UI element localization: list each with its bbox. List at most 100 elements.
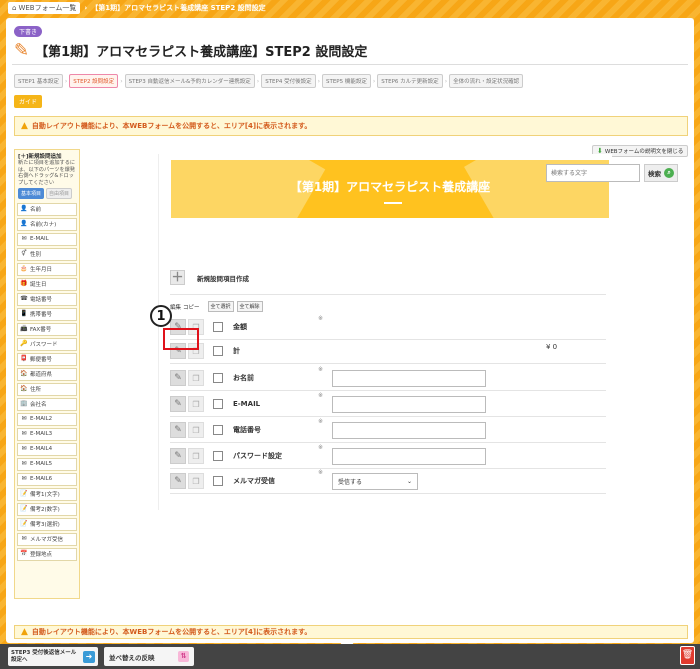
trash-icon[interactable]: 🗑 <box>680 646 695 665</box>
next-step-button[interactable]: STEP3 受付後返信メール設定へ ➜ <box>8 647 98 666</box>
tab-basic-items[interactable]: 基本項目 <box>18 188 45 199</box>
palette-description: 新たに項目を追加するには、以下のパーツを爆発右側へドラッグ&ドロップしてください <box>18 160 76 186</box>
text-input[interactable] <box>332 370 486 387</box>
row-checkbox[interactable] <box>213 476 223 486</box>
text-input[interactable] <box>332 396 486 413</box>
parts-list: 👤 名前 👤 名前(カナ) ✉ E-MAIL ⚥ 性別 🎂 生年月日 🎁 誕生日 ☎ 電話番号 📱 携帯番号 📠… <box>15 202 79 561</box>
palette-part[interactable]: 🏠 住所 <box>17 382 77 396</box>
breadcrumb-separator: › <box>84 4 88 12</box>
row-checkbox[interactable] <box>213 399 223 409</box>
text-input[interactable] <box>332 422 486 439</box>
fax-icon: 📠 <box>20 325 28 333</box>
table-row: ✎ ❐ 計 ¥ 0 <box>170 340 606 362</box>
copy-icon[interactable]: ❐ <box>188 396 204 412</box>
palette-part[interactable]: ✉ E-MAIL4 <box>17 442 77 456</box>
palette-part[interactable]: ✉ E-MAIL6 <box>17 472 77 486</box>
palette-part[interactable]: 📱 携帯番号 <box>17 307 77 321</box>
select-all-button[interactable]: 全て選択 <box>207 301 234 312</box>
edit-pencil-icon[interactable]: ✎ <box>170 448 186 464</box>
palette-part-label: E-MAIL3 <box>30 431 53 438</box>
edit-pencil-icon[interactable]: ✎ <box>170 473 186 489</box>
layout-notice-bottom: ▲ 自動レイアウト機能により、本WEBフォームを公開すると、エリア[4]に表示さ… <box>14 625 688 639</box>
step-arrow-icon: › <box>64 77 68 85</box>
step-tab-6[interactable]: STEP6 カルテ更新設定 <box>377 74 443 88</box>
breadcrumb-home-link[interactable]: ⌂ WEBフォーム一覧 <box>8 2 81 14</box>
row-checkbox[interactable] <box>213 346 223 356</box>
cake-icon: 🎂 <box>20 265 28 273</box>
palette-part[interactable]: ☎ 電話番号 <box>17 292 77 306</box>
palette-part[interactable]: 📠 FAX番号 <box>17 322 77 336</box>
step-tab-1[interactable]: STEP1 基本設定 <box>14 74 63 88</box>
palette-part[interactable]: 👤 名前 <box>17 202 77 216</box>
edit-pencil-icon[interactable]: ✎ <box>170 396 186 412</box>
add-item-icon[interactable]: ＋ <box>170 270 185 285</box>
guide-button[interactable]: ガイド <box>14 95 43 108</box>
deselect-all-button[interactable]: 全て解除 <box>236 301 263 312</box>
table-row: ✎ ❐ 電話番号 ※ <box>170 418 606 441</box>
apply-sort-button[interactable]: 並べ替えの反映 ⇅ <box>104 647 194 666</box>
text-input[interactable] <box>332 448 486 465</box>
search-icon: ⌕ <box>664 168 674 178</box>
step-arrow-icon: › <box>444 77 448 85</box>
arrow-right-icon: ➜ <box>83 650 95 663</box>
palette-part-label: 住所 <box>30 387 42 394</box>
palette-part-label: 備考1(文字) <box>30 492 60 499</box>
palette-part-label: E-MAIL4 <box>30 446 53 453</box>
palette-part[interactable]: ✉ メルマガ受信 <box>17 532 77 546</box>
palette-part[interactable]: 📝 備考1(文字) <box>17 487 77 501</box>
copy-icon[interactable]: ❐ <box>188 370 204 386</box>
palette-part[interactable]: 📝 備考2(数字) <box>17 502 77 516</box>
mobile-icon: 📱 <box>20 310 28 318</box>
form-banner: 【第1期】アロマセラピスト養成講座 <box>171 160 609 218</box>
palette-part[interactable]: ✉ E-MAIL2 <box>17 412 77 426</box>
palette-part[interactable]: 🏠 都道府県 <box>17 367 77 381</box>
field-label: お名前 <box>233 374 254 382</box>
mail-icon: ✉ <box>21 430 27 438</box>
palette-part-label: E-MAIL <box>30 236 49 243</box>
palette-part[interactable]: 📮 郵便番号 <box>17 352 77 366</box>
step-arrow-icon: › <box>317 77 320 85</box>
row-checkbox[interactable] <box>213 425 223 435</box>
palette-part[interactable]: 🔑 パスワード <box>17 337 77 351</box>
step-tab-3[interactable]: STEP3 自動返信メール&予約カレンダー連携設定 <box>124 74 255 88</box>
palette-part-label: FAX番号 <box>30 327 52 334</box>
row-checkbox[interactable] <box>213 451 223 461</box>
palette-part[interactable]: ✉ E-MAIL5 <box>17 457 77 471</box>
step-navigation: STEP1 基本設定 › STEP2 設問設定 › STEP3 自動返信メール&予約カレ… <box>14 74 524 88</box>
step-tab-5[interactable]: STEP5 機能設定 <box>321 74 371 88</box>
palette-part[interactable]: ⚥ 性別 <box>17 247 77 261</box>
required-mark: ※ <box>318 315 324 322</box>
palette-part[interactable]: ✉ E-MAIL3 <box>17 427 77 441</box>
search-button[interactable]: 検索 ⌕ <box>644 164 678 182</box>
copy-icon[interactable]: ❐ <box>188 422 204 438</box>
step-tab-4[interactable]: STEP4 受付後設定 <box>261 74 316 88</box>
person-icon: 👤 <box>20 205 28 213</box>
palette-part[interactable]: 🎂 生年月日 <box>17 262 77 276</box>
table-header: 編集 コピー 全て選択 全て解除 <box>170 301 263 312</box>
palette-part[interactable]: 🎁 誕生日 <box>17 277 77 291</box>
palette-part[interactable]: 🏢 会社名 <box>17 397 77 411</box>
newsletter-select[interactable]: 受信する ⌄ <box>332 473 418 490</box>
postbox-icon: 📮 <box>20 355 28 363</box>
row-divider <box>170 294 606 295</box>
edit-pencil-icon[interactable]: ✎ <box>170 422 186 438</box>
required-mark: ※ <box>318 366 324 373</box>
field-label: メルマガ受信 <box>233 477 275 485</box>
palette-part[interactable]: ✉ E-MAIL <box>17 232 77 246</box>
edit-pencil-icon[interactable]: ✎ <box>170 370 186 386</box>
row-checkbox[interactable] <box>213 322 223 332</box>
row-checkbox[interactable] <box>213 373 223 383</box>
palette-part[interactable]: 📝 備考3(選択) <box>17 517 77 531</box>
mail-icon: ✉ <box>21 235 27 243</box>
palette-part[interactable]: 📅 登録地点 <box>17 547 77 561</box>
copy-icon[interactable]: ❐ <box>188 448 204 464</box>
divider <box>12 64 688 65</box>
copy-icon[interactable]: ❐ <box>188 473 204 489</box>
palette-tabs: 基本項目 自由項目 <box>15 186 79 201</box>
palette-part[interactable]: 👤 名前(カナ) <box>17 217 77 231</box>
step-tab-7[interactable]: 全体の流れ・設定状況確認 <box>449 74 524 88</box>
required-mark: ※ <box>318 444 324 451</box>
step-tab-2[interactable]: STEP2 設問設定 <box>69 74 119 88</box>
tab-free-items[interactable]: 自由項目 <box>46 188 73 199</box>
palette-title: [＋]新規設問追加 <box>18 154 62 160</box>
